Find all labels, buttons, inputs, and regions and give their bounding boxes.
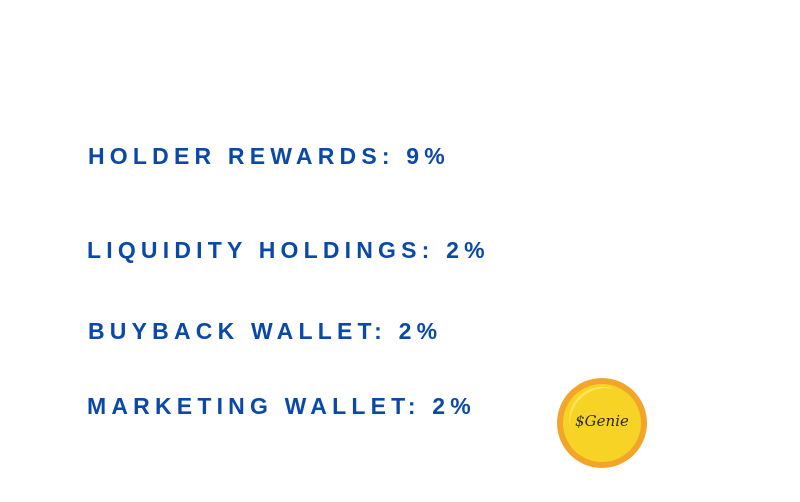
buyback-wallet-text: BUYBACK WALLET: 2% [88,318,443,344]
genie-coin-logo-icon: $Genie [556,377,648,469]
liquidity-holdings-text: LIQUIDITY HOLDINGS: 2% [87,237,490,263]
marketing-wallet-text: MARKETING WALLET: 2% [87,393,476,419]
slide: HOLDER REWARDS: 9% LIQUIDITY HOLDINGS: 2… [0,0,800,502]
holder-rewards-text: HOLDER REWARDS: 9% [88,143,450,169]
coin-text: $Genie [575,412,629,430]
genie-coin-svg: $Genie [557,378,647,468]
